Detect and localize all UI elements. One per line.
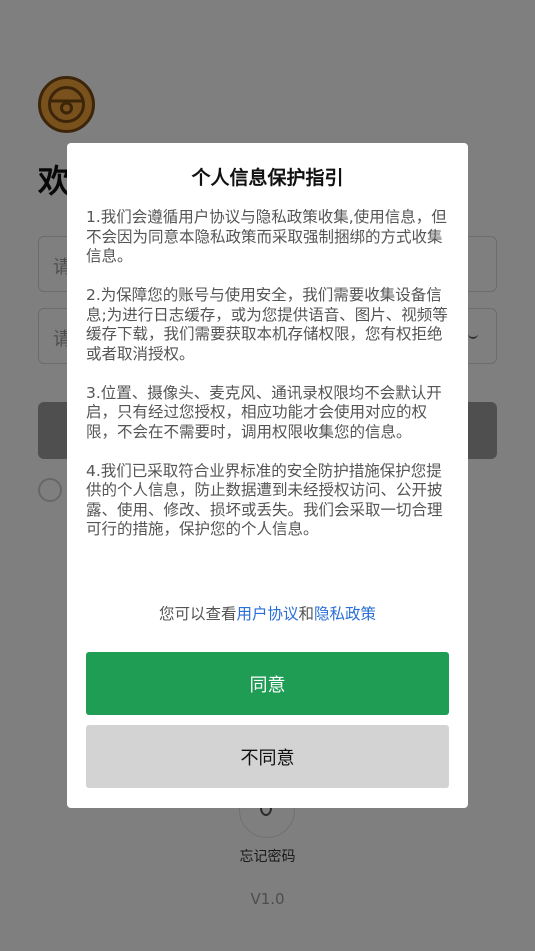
privacy-paragraph-2: 2.为保障您的账号与使用安全，我们需要收集设备信息;为进行日志缓存，或为您提供语… [86,286,448,363]
privacy-paragraph-3: 3.位置、摄像头、麦克风、通讯录权限均不会默认开启，只有经过您授权，相应功能才会… [86,383,442,441]
agree-button[interactable]: 同意 [86,652,449,715]
policy-links-line: 您可以查看用户协议和隐私政策 [67,602,468,624]
privacy-paragraph-4: 4.我们已采取符合业界标准的安全防护措施保护您提供的个人信息，防止数据遭到未经授… [86,461,443,539]
links-and: 和 [298,605,315,623]
privacy-paragraph-1: 1.我们会遵循用户协议与隐私政策收集,使用信息，但不会因为同意本隐私政策而采取强… [86,208,447,265]
dialog-title: 个人信息保护指引 [191,167,344,189]
privacy-policy-link[interactable]: 隐私政策 [314,605,376,623]
user-agreement-link[interactable]: 用户协议 [236,605,298,623]
dialog-body: 1.我们会遵循用户协议与隐私政策收集,使用信息，但不会因为同意本隐私政策而采取强… [86,208,449,559]
privacy-dialog: 个人信息保护指引 1.我们会遵循用户协议与隐私政策收集,使用信息，但不会因为同意… [67,143,468,808]
disagree-button[interactable]: 不同意 [86,725,449,788]
links-prefix: 您可以查看 [158,605,237,623]
